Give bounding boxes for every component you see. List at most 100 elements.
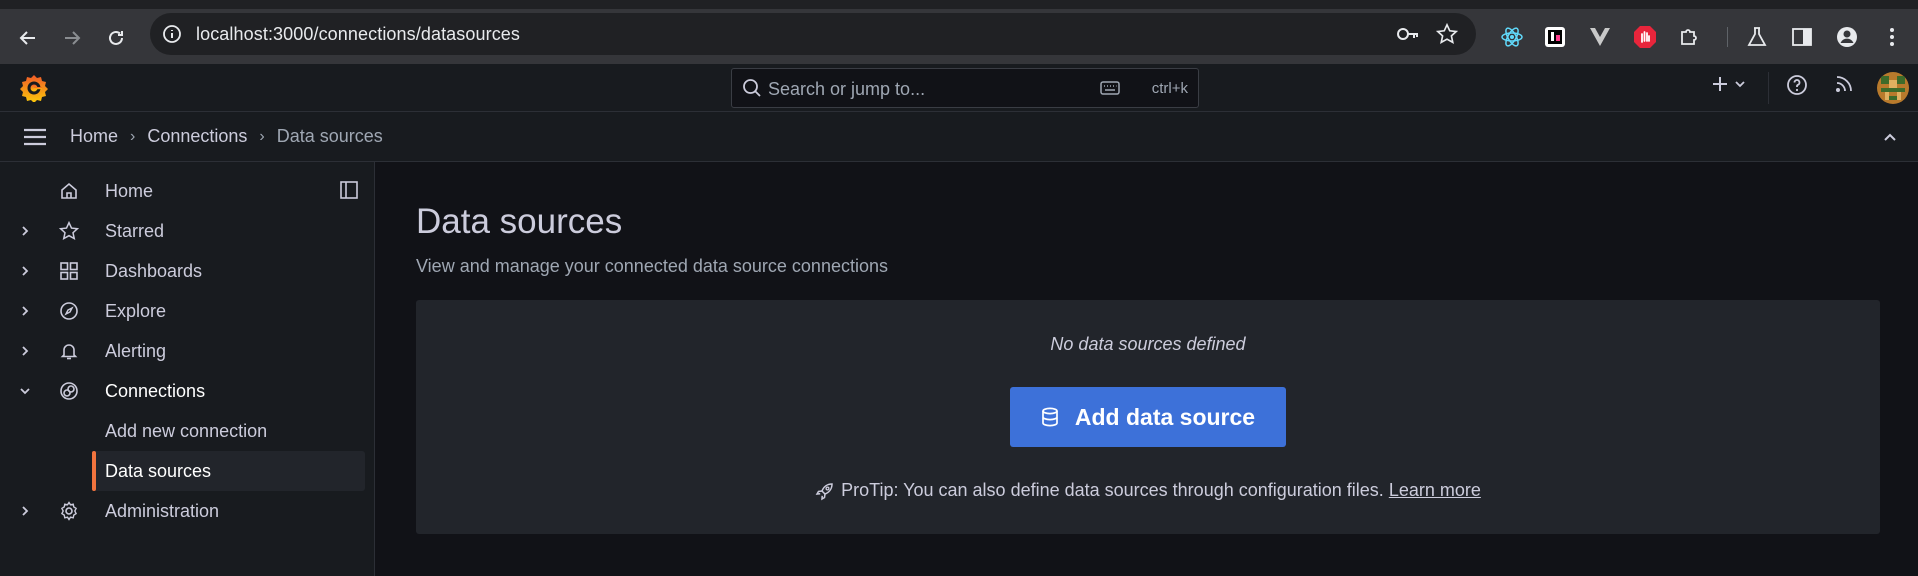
- sidebar-item-label: Data sources: [105, 461, 212, 481]
- sidebar-item-label: Connections: [105, 381, 206, 401]
- chevron-up-icon: [1884, 133, 1896, 141]
- breadcrumb-bar: Home › Connections › Data sources: [0, 112, 1918, 162]
- news-button[interactable]: [1834, 74, 1854, 94]
- chevron-right-icon[interactable]: [18, 504, 32, 518]
- back-button[interactable]: [10, 20, 46, 56]
- help-button[interactable]: [1786, 74, 1808, 96]
- collapse-header-button[interactable]: [1882, 129, 1898, 145]
- active-indicator: [92, 451, 96, 491]
- extension-button[interactable]: [1540, 22, 1570, 52]
- rss-icon: [1836, 76, 1852, 92]
- key-icon[interactable]: [1396, 23, 1420, 45]
- chevron-down-icon[interactable]: [18, 384, 32, 398]
- breadcrumb-separator: ›: [259, 127, 265, 145]
- user-avatar[interactable]: [1877, 72, 1909, 104]
- forward-button[interactable]: [54, 20, 90, 56]
- bell-icon: [60, 344, 78, 360]
- vue-icon: [1590, 28, 1610, 46]
- sidebar-item-data-sources[interactable]: Data sources: [92, 451, 365, 491]
- avatar-identicon: [1877, 72, 1909, 104]
- side-panel-icon: [1792, 28, 1812, 46]
- menu-toggle-button[interactable]: [22, 127, 48, 147]
- apps-icon: [60, 262, 78, 280]
- arrow-right-icon: [65, 31, 81, 45]
- help-icon: [1787, 75, 1807, 95]
- compass-icon: [60, 302, 78, 320]
- sidebar-item-label: Add new connection: [105, 421, 268, 441]
- person-icon: [1837, 27, 1857, 47]
- database-icon: [1042, 407, 1058, 427]
- topbar-divider: [1768, 72, 1769, 104]
- search-bar[interactable]: Search or jump to... ctrl+k: [731, 68, 1199, 108]
- sidebar-item-label: Administration: [105, 501, 220, 521]
- keyboard-icon: [1100, 81, 1120, 95]
- protip: ProTip: You can also define data sources…: [416, 480, 1880, 501]
- grafana-home-link[interactable]: [20, 74, 48, 102]
- home-icon: [61, 182, 77, 199]
- grafana-topbar: Search or jump to... ctrl+k: [0, 64, 1918, 112]
- sidebar-item-starred[interactable]: Starred: [0, 211, 375, 251]
- star-icon: [59, 221, 79, 241]
- add-data-source-button[interactable]: Add data source: [1010, 387, 1286, 447]
- bookmark-star-icon[interactable]: [1436, 23, 1458, 45]
- browser-toolbar: localhost:3000/connections/datasources: [0, 0, 1918, 64]
- adblock-extension[interactable]: [1630, 22, 1660, 52]
- extension-logo-icon: [1545, 27, 1565, 47]
- puzzle-icon: [1681, 29, 1697, 45]
- browser-menu-button[interactable]: [1877, 22, 1907, 52]
- empty-state-message: No data sources defined: [1050, 334, 1246, 354]
- address-bar[interactable]: localhost:3000/connections/datasources: [150, 13, 1476, 55]
- sidebar-item-add-new-connection[interactable]: Add new connection: [92, 411, 365, 451]
- main-content: Data sources View and manage your connec…: [376, 162, 1918, 576]
- site-info-icon[interactable]: [162, 24, 182, 44]
- sidebar: Home Starred Dashboards Explore Alerting…: [0, 162, 375, 576]
- vue-devtools-extension[interactable]: [1585, 22, 1615, 52]
- protip-text: ProTip: You can also define data sources…: [841, 480, 1384, 500]
- sidebar-item-label: Explore: [105, 301, 167, 321]
- reload-button[interactable]: [98, 20, 134, 56]
- react-icon: [1501, 27, 1523, 47]
- sidebar-item-dashboards[interactable]: Dashboards: [0, 251, 375, 291]
- react-devtools-extension[interactable]: [1497, 22, 1527, 52]
- sidebar-item-label: Dashboards: [105, 261, 203, 281]
- empty-state-panel: No data sources defined Add data source …: [416, 300, 1880, 534]
- breadcrumb-connections[interactable]: Connections: [147, 126, 247, 147]
- sidebar-item-home[interactable]: Home: [0, 171, 375, 211]
- flask-icon: [1747, 27, 1767, 46]
- sidebar-item-label: Home: [105, 181, 154, 201]
- labs-button[interactable]: [1742, 22, 1772, 52]
- sidebar-item-label: Starred: [105, 221, 165, 241]
- reload-icon: [109, 30, 123, 45]
- kebab-menu-icon: [1890, 28, 1894, 46]
- breadcrumb-data-sources: Data sources: [276, 126, 383, 146]
- learn-more-link[interactable]: Learn more: [1389, 480, 1481, 501]
- sidebar-item-connections[interactable]: Connections: [0, 371, 375, 411]
- sidebar-item-label: Alerting: [105, 341, 167, 361]
- cog-icon: [60, 501, 78, 521]
- new-button[interactable]: [1710, 74, 1746, 94]
- side-panel-button[interactable]: [1787, 22, 1817, 52]
- url-text[interactable]: localhost:3000/connections/datasources: [196, 24, 520, 45]
- grafana-logo-icon: [20, 75, 48, 102]
- sidebar-item-administration[interactable]: Administration: [0, 491, 375, 531]
- breadcrumb-home[interactable]: Home: [70, 126, 118, 147]
- search-icon: [743, 79, 761, 97]
- chevron-right-icon[interactable]: [18, 344, 32, 358]
- toolbar-divider: [1712, 22, 1742, 52]
- search-placeholder[interactable]: Search or jump to...: [768, 79, 925, 100]
- profile-button[interactable]: [1832, 22, 1862, 52]
- sidebar-item-alerting[interactable]: Alerting: [0, 331, 375, 371]
- chevron-right-icon[interactable]: [18, 264, 32, 278]
- page-title: Data sources: [416, 202, 623, 241]
- page-subtitle: View and manage your connected data sour…: [416, 256, 888, 276]
- extensions-menu-button[interactable]: [1675, 22, 1705, 52]
- breadcrumb: Home › Connections › Data sources: [70, 126, 383, 147]
- chevron-right-icon[interactable]: [18, 304, 32, 318]
- chevron-right-icon[interactable]: [18, 224, 32, 238]
- arrow-left-icon: [19, 31, 35, 45]
- breadcrumb-separator: ›: [130, 127, 136, 145]
- search-shortcut: ctrl+k: [1151, 80, 1188, 97]
- plus-icon: [1713, 77, 1727, 91]
- stop-hand-icon: [1634, 26, 1656, 48]
- sidebar-item-explore[interactable]: Explore: [0, 291, 375, 331]
